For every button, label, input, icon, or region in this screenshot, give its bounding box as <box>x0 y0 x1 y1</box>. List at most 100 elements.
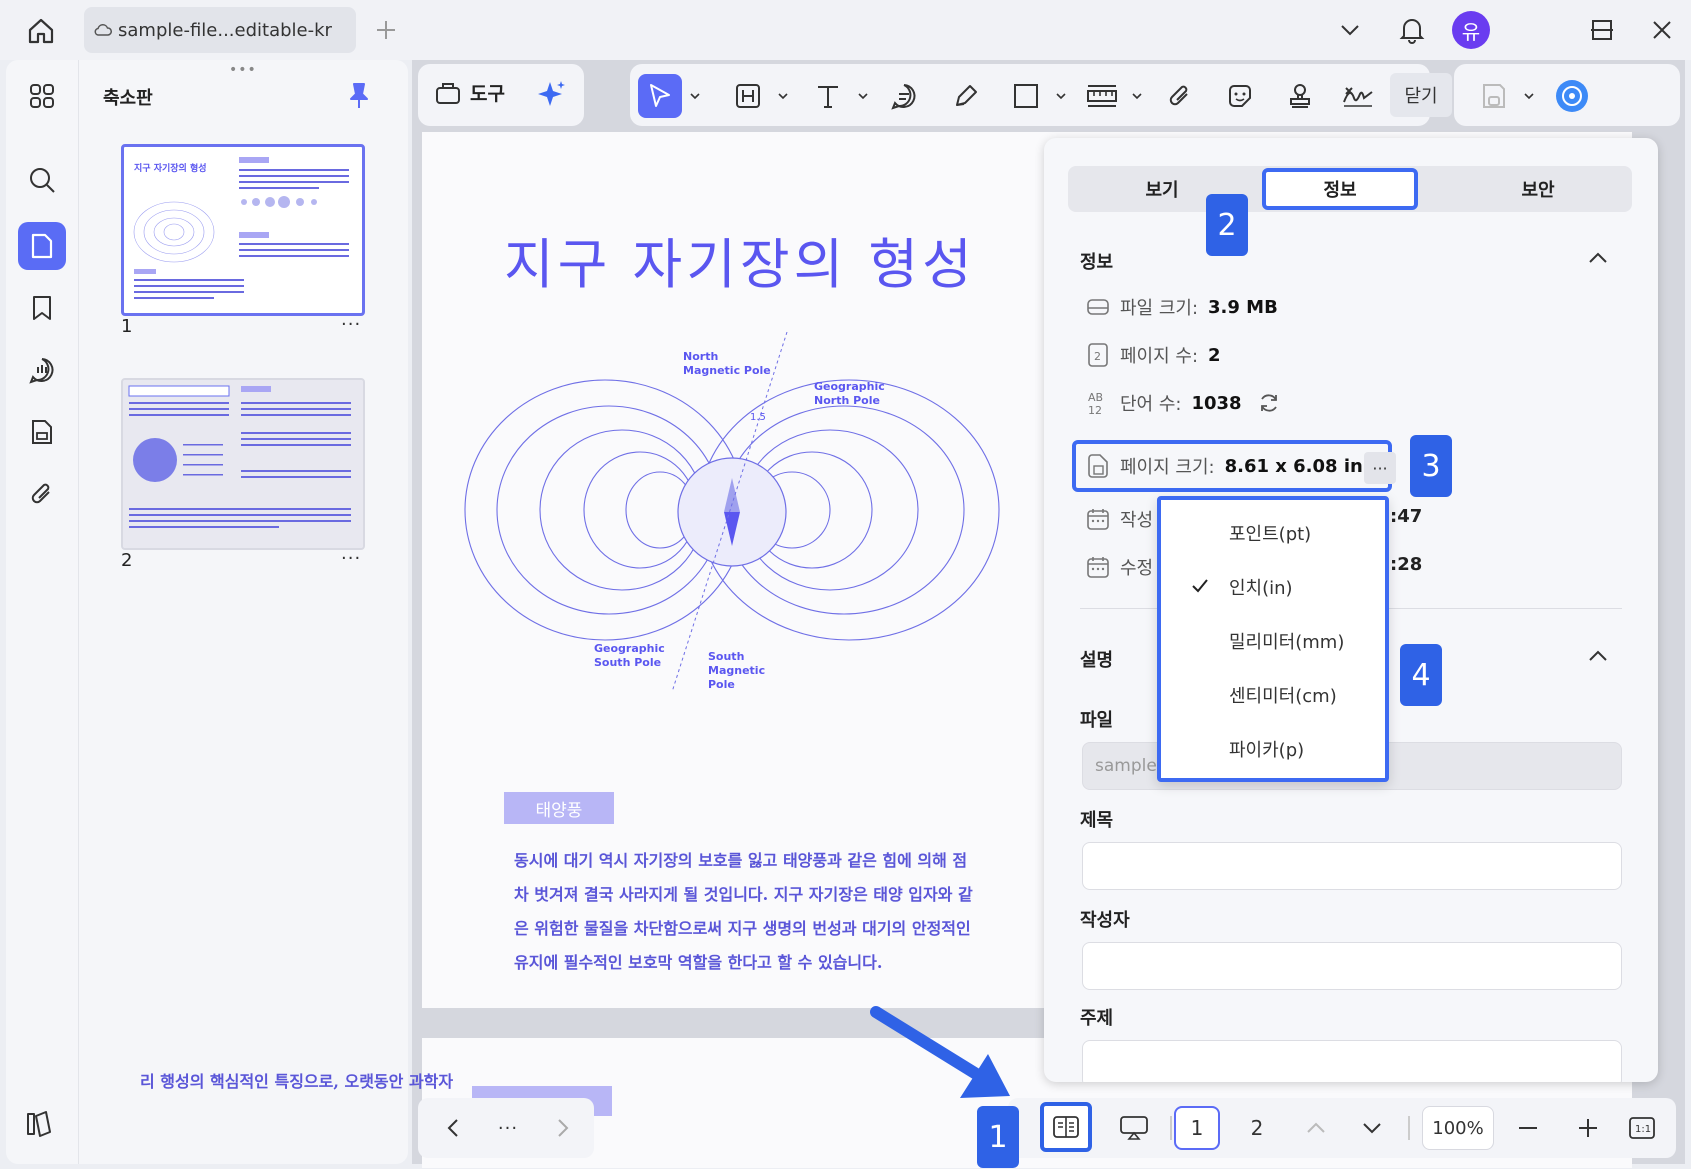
home-icon[interactable] <box>22 12 60 50</box>
thumbnails-icon[interactable] <box>18 222 66 270</box>
pin-icon[interactable] <box>347 82 371 110</box>
file-field-label: 파일 <box>1080 710 1114 731</box>
annotation-tools-group: 닫기 <box>630 64 1452 126</box>
left-rail <box>6 60 78 1164</box>
avatar[interactable]: 유 <box>1452 11 1490 49</box>
geographic-south-label: Geographic <box>594 642 665 655</box>
close-tools-button[interactable]: 닫기 <box>1390 73 1452 117</box>
stamp-tool-icon[interactable] <box>1278 74 1322 118</box>
page-size-unit-menu: 포인트(pt) 인치(in) 밀리미터(mm) 센티미터(cm) 파이카(p) <box>1157 496 1389 782</box>
calendar-icon <box>1086 555 1110 579</box>
bell-icon[interactable] <box>1392 10 1432 50</box>
chevron-down-icon[interactable] <box>1524 92 1534 100</box>
toolbox-icon <box>436 83 460 104</box>
sticker-tool-icon[interactable] <box>1218 74 1262 118</box>
subject-field[interactable] <box>1082 1040 1622 1082</box>
rectangle-tool-icon[interactable] <box>1004 74 1048 118</box>
unit-option-points[interactable]: 포인트(pt) <box>1161 508 1385 558</box>
word-count-label: 단어 수: <box>1120 394 1182 415</box>
sidebar-toggle-icon[interactable] <box>22 1108 58 1144</box>
page-thumbnail-2[interactable] <box>121 378 365 550</box>
unit-option-millimeters[interactable]: 밀리미터(mm) <box>1161 616 1385 666</box>
page-size-unit-more-button[interactable]: ··· <box>1364 452 1396 484</box>
bookmark-icon[interactable] <box>18 284 66 332</box>
geographic-south-label-2: South Pole <box>594 656 661 669</box>
refresh-icon[interactable] <box>1258 392 1280 414</box>
chevron-up-icon[interactable] <box>1298 1106 1334 1150</box>
nav-more-button[interactable]: ··· <box>488 1106 528 1150</box>
chevron-down-icon[interactable] <box>1354 1106 1390 1150</box>
tab-info[interactable]: 정보 <box>1262 168 1418 210</box>
drag-handle[interactable]: ••• <box>229 62 257 78</box>
unit-option-centimeters[interactable]: 센티미터(cm) <box>1161 670 1385 720</box>
zoom-out-icon[interactable] <box>1508 1106 1548 1150</box>
calendar-icon <box>1086 507 1110 531</box>
search-icon[interactable] <box>18 156 66 204</box>
section-tag: 태양풍 <box>504 792 614 824</box>
author-field[interactable] <box>1082 942 1622 990</box>
paragraph-line: 동시에 대기 역시 자기장의 보호를 잃고 태양풍과 같은 힘에 의해 점 <box>514 851 968 870</box>
tools-button[interactable]: 도구 <box>434 78 505 106</box>
pen-tool-icon[interactable] <box>944 74 988 118</box>
chevron-down-icon[interactable] <box>1330 10 1370 50</box>
chevron-down-icon[interactable] <box>1132 92 1142 100</box>
ai-sparkle-icon[interactable] <box>536 78 568 110</box>
thumbnail-more-button-2[interactable]: ··· <box>341 548 361 569</box>
collapse-info-chevron-up-icon[interactable] <box>1588 252 1608 264</box>
page-2-button[interactable]: 2 <box>1234 1106 1280 1150</box>
unit-option-picas[interactable]: 파이카(p) <box>1161 724 1385 774</box>
page-thumbnail-1[interactable]: 지구 자기장의 형성 <box>121 144 365 316</box>
comment-icon[interactable] <box>18 346 66 394</box>
chevron-down-icon[interactable] <box>690 92 700 100</box>
cloud-icon <box>94 23 112 37</box>
attach-tool-icon[interactable] <box>1158 74 1202 118</box>
tab-security[interactable]: 보안 <box>1444 166 1632 212</box>
created-label: 작성 <box>1120 510 1154 531</box>
presentation-icon[interactable] <box>1112 1106 1156 1150</box>
south-magnetic-label-3: Pole <box>708 678 735 691</box>
page-count-row: 2 페이지 수: 2 <box>1086 338 1221 372</box>
unit-option-inches[interactable]: 인치(in) <box>1161 562 1385 612</box>
pointer-arrow <box>870 1006 1010 1098</box>
select-tool-icon[interactable] <box>638 74 682 118</box>
text-tool-icon[interactable] <box>806 74 850 118</box>
zoom-in-icon[interactable] <box>1568 1106 1608 1150</box>
page-count-icon: 2 <box>1086 343 1110 367</box>
geographic-north-label-2: North Pole <box>814 394 880 407</box>
chevron-down-icon[interactable] <box>1056 92 1066 100</box>
page-size-content: 페이지 크기: 8.61 x 6.08 in <box>1086 449 1363 483</box>
angle-label: 1.5 <box>750 412 766 423</box>
form-icon[interactable] <box>18 408 66 456</box>
close-window-icon[interactable] <box>1642 10 1682 50</box>
two-page-view-icon[interactable] <box>1040 1102 1092 1152</box>
comment-tool-icon[interactable] <box>882 74 926 118</box>
toolbar-divider <box>1170 1116 1172 1140</box>
file-tab[interactable]: sample-file...editable-kr <box>84 7 356 53</box>
next-arrow-icon[interactable] <box>548 1106 578 1150</box>
zoom-level-field[interactable]: 100% <box>1422 1106 1494 1150</box>
signature-tool-icon[interactable] <box>1336 74 1380 118</box>
ai-assistant-icon[interactable] <box>1550 74 1594 118</box>
apps-grid-icon[interactable] <box>18 72 66 120</box>
save-icon[interactable] <box>1472 74 1516 118</box>
thumbnail-more-button-1[interactable]: ··· <box>341 314 361 335</box>
chevron-down-icon[interactable] <box>858 92 868 100</box>
south-magnetic-label-2: Magnetic <box>708 664 765 677</box>
prev-arrow-icon[interactable] <box>438 1106 468 1150</box>
attachment-icon[interactable] <box>18 470 66 518</box>
page-size-label: 페이지 크기: <box>1120 457 1215 478</box>
collapse-description-chevron-up-icon[interactable] <box>1588 650 1608 662</box>
new-tab-icon[interactable] <box>372 16 400 44</box>
svg-text:12: 12 <box>1088 404 1102 416</box>
page-1-button[interactable]: 1 <box>1174 1106 1220 1150</box>
modified-time: :28 <box>1390 554 1423 575</box>
measure-tool-icon[interactable] <box>1080 74 1124 118</box>
maximize-icon[interactable] <box>1582 10 1622 50</box>
chevron-down-icon[interactable] <box>778 92 788 100</box>
heading-tool-icon[interactable] <box>726 74 770 118</box>
word-count-value: 1038 <box>1191 392 1242 414</box>
unit-option-inches-label: 인치(in) <box>1229 578 1293 599</box>
page-size-row: 페이지 크기: 8.61 x 6.08 in ··· <box>1072 440 1396 492</box>
actual-size-button[interactable]: 1:1 <box>1624 1106 1660 1150</box>
title-field[interactable] <box>1082 842 1622 890</box>
